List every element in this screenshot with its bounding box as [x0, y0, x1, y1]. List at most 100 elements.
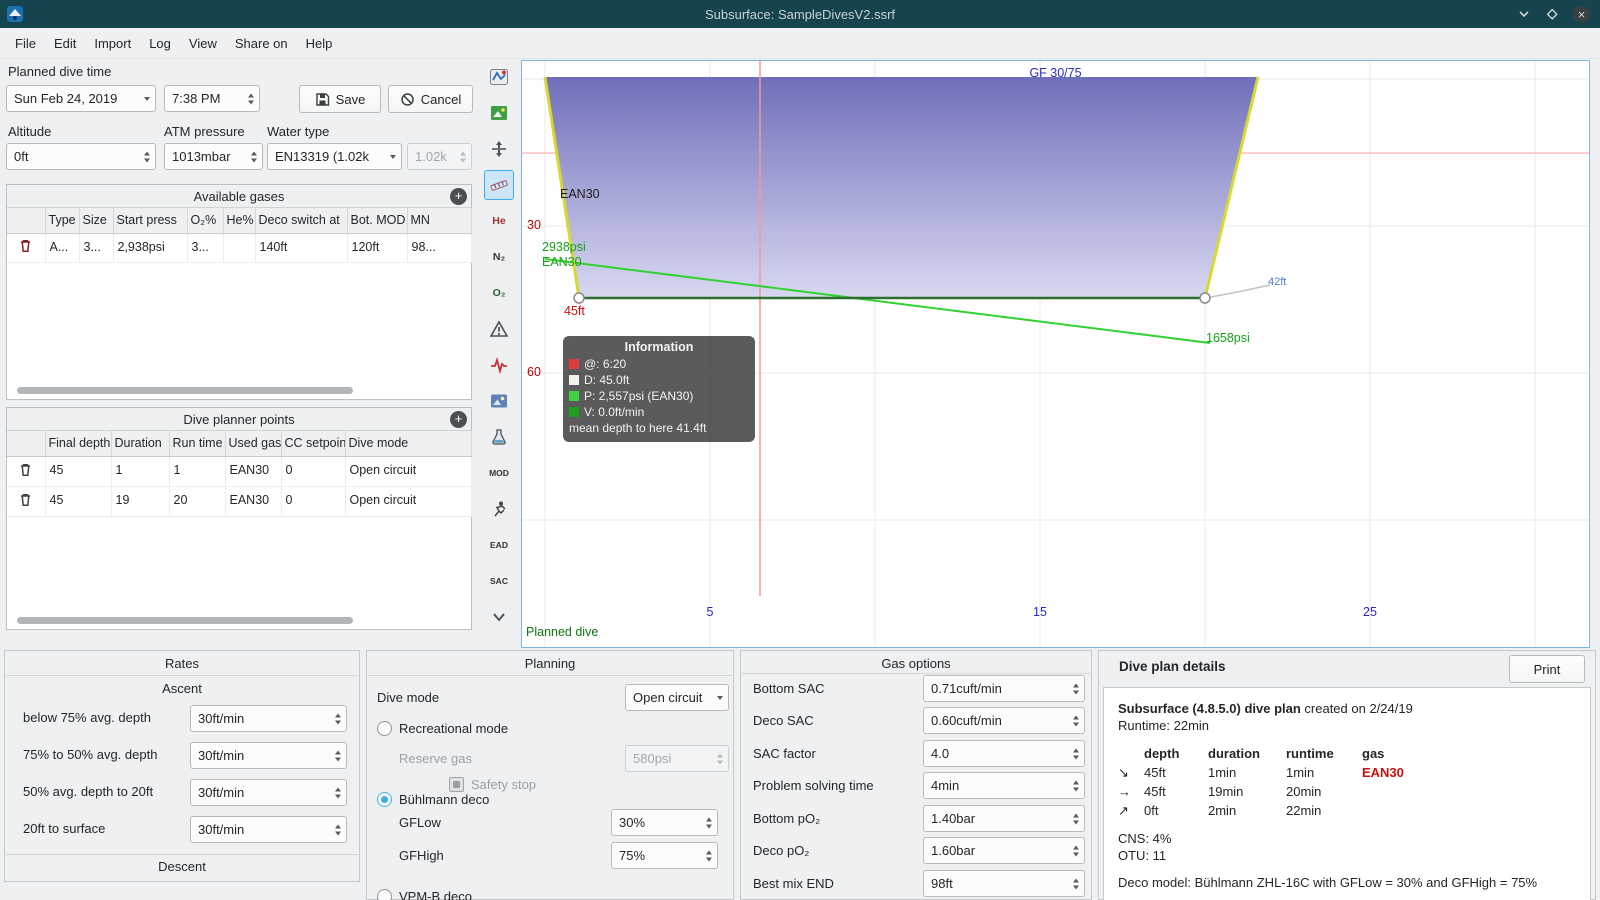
menu-view[interactable]: View: [180, 31, 226, 56]
dive-mode-combobox[interactable]: Open circuit: [625, 684, 729, 711]
water-type-combobox[interactable]: EN13319 (1.02k: [267, 143, 402, 170]
atm-pressure-spinbox[interactable]: 1013mbar: [164, 143, 263, 170]
spin-arrows-icon[interactable]: [1073, 780, 1079, 791]
cell-duration[interactable]: 19: [111, 486, 170, 517]
cell-used-gas[interactable]: EAN30: [225, 456, 282, 487]
altitude-spinbox[interactable]: 0ft: [6, 143, 156, 170]
cell-dive-mode[interactable]: Open circuit: [345, 486, 472, 517]
spin-arrows-icon[interactable]: [144, 151, 150, 162]
ead-icon[interactable]: EAD: [484, 530, 514, 560]
scale-icon[interactable]: [484, 134, 514, 164]
planner-handle-left[interactable]: [573, 292, 585, 304]
collapse-icon[interactable]: [484, 602, 514, 632]
pp-nitrogen-icon[interactable]: N₂: [484, 242, 514, 272]
buhlmann-deco-radio[interactable]: [377, 792, 392, 807]
problem-solving-time-spinbox[interactable]: 4min: [923, 772, 1085, 799]
sac-rate-icon[interactable]: [484, 494, 514, 524]
dive-time-spinbox[interactable]: 7:38 PM: [164, 85, 260, 112]
planner-handle-right[interactable]: [1199, 292, 1211, 304]
menu-import[interactable]: Import: [85, 31, 140, 56]
delete-cylinder-icon[interactable]: [18, 238, 33, 253]
cylinder-row[interactable]: A... 3... 2,938psi 3... 140ft 120ft 98..…: [7, 233, 472, 263]
spin-arrows-icon[interactable]: [706, 850, 712, 861]
ascent-rate-spinbox-2[interactable]: 30ft/min: [190, 742, 347, 769]
dive-date-combobox[interactable]: Sun Feb 24, 2019: [6, 85, 156, 112]
horizontal-scrollbar[interactable]: [17, 617, 353, 624]
maximize-icon[interactable]: [1545, 7, 1559, 21]
spin-arrows-icon[interactable]: [335, 750, 341, 761]
spin-arrows-icon[interactable]: [1073, 878, 1079, 889]
bottom-sac-spinbox[interactable]: 0.71cuft/min: [923, 675, 1085, 702]
cell-final-depth[interactable]: 45: [45, 486, 112, 517]
menu-edit[interactable]: Edit: [45, 31, 85, 56]
spin-arrows-icon[interactable]: [1073, 845, 1079, 856]
menu-help[interactable]: Help: [297, 31, 342, 56]
sac-factor-spinbox[interactable]: 4.0: [923, 740, 1085, 767]
spin-arrows-icon[interactable]: [335, 713, 341, 724]
ruler-icon[interactable]: [484, 170, 514, 200]
bottom-po2-spinbox[interactable]: 1.40bar: [923, 805, 1085, 832]
delete-point-icon[interactable]: [18, 462, 33, 477]
pp-oxygen-icon[interactable]: O₂: [484, 278, 514, 308]
gflow-spinbox[interactable]: 30%: [611, 809, 718, 836]
deco-sac-spinbox[interactable]: 0.60cuft/min: [923, 707, 1085, 734]
planner-point-row[interactable]: 45 1 1 EAN30 0 Open circuit: [7, 456, 472, 487]
ascent-rate-spinbox-4[interactable]: 30ft/min: [190, 816, 347, 843]
deco-po2-spinbox[interactable]: 1.60bar: [923, 837, 1085, 864]
vpmb-deco-radio[interactable]: [377, 889, 392, 900]
recreational-mode-radio[interactable]: [377, 721, 392, 736]
dive-computer-icon[interactable]: [484, 62, 514, 92]
cell-deco-switch[interactable]: 140ft: [255, 233, 348, 263]
mod-icon[interactable]: MOD: [484, 458, 514, 488]
add-cylinder-button[interactable]: +: [450, 188, 467, 205]
cell-dive-mode[interactable]: Open circuit: [345, 456, 472, 487]
cell-run-time[interactable]: 20: [169, 486, 226, 517]
cell-used-gas[interactable]: EAN30: [225, 486, 282, 517]
spin-arrows-icon[interactable]: [1073, 748, 1079, 759]
close-icon[interactable]: ×: [1573, 5, 1590, 23]
picture-icon[interactable]: [484, 386, 514, 416]
menu-share-on[interactable]: Share on: [226, 31, 297, 56]
ascent-rate-spinbox-1[interactable]: 30ft/min: [190, 705, 347, 732]
planner-point-row[interactable]: 45 19 20 EAN30 0 Open circuit: [7, 486, 472, 517]
photos-icon[interactable]: [484, 98, 514, 128]
spin-arrows-icon[interactable]: [1073, 715, 1079, 726]
spin-arrows-icon[interactable]: [335, 787, 341, 798]
cell-size[interactable]: 3...: [79, 233, 114, 263]
add-point-button[interactable]: +: [450, 411, 467, 428]
ascent-rate-spinbox-3[interactable]: 30ft/min: [190, 779, 347, 806]
cell-start-press[interactable]: 2,938psi: [113, 233, 188, 263]
shade-icon[interactable]: [1517, 7, 1531, 21]
menu-log[interactable]: Log: [140, 31, 180, 56]
cell-cc-setpoint[interactable]: 0: [281, 486, 346, 517]
pp-helium-icon[interactable]: He: [484, 206, 514, 236]
spin-arrows-icon[interactable]: [1073, 683, 1079, 694]
cell-cc-setpoint[interactable]: 0: [281, 456, 346, 487]
cell-o2[interactable]: 3...: [187, 233, 224, 263]
cell-mnd[interactable]: 98...: [407, 233, 472, 263]
dive-profile-chart[interactable]: GF 30/75 30 60 5 15 25 EAN30 2938psi EAN…: [521, 60, 1590, 648]
print-button[interactable]: Print: [1509, 655, 1585, 683]
cell-run-time[interactable]: 1: [169, 456, 226, 487]
cell-type[interactable]: A...: [45, 233, 80, 263]
best-mix-end-spinbox[interactable]: 98ft: [923, 870, 1085, 897]
menu-file[interactable]: File: [6, 31, 45, 56]
ceiling-icon[interactable]: [484, 314, 514, 344]
cell-bot-mod[interactable]: 120ft: [347, 233, 408, 263]
cancel-button[interactable]: Cancel: [388, 85, 473, 113]
tissues-icon[interactable]: [484, 422, 514, 452]
spin-arrows-icon[interactable]: [248, 93, 254, 104]
cell-duration[interactable]: 1: [111, 456, 170, 487]
cell-he[interactable]: [223, 233, 256, 263]
save-button[interactable]: Save: [299, 85, 381, 113]
cell-final-depth[interactable]: 45: [45, 456, 112, 487]
spin-arrows-icon[interactable]: [706, 817, 712, 828]
gfhigh-spinbox[interactable]: 75%: [611, 842, 718, 869]
spin-arrows-icon[interactable]: [1073, 813, 1079, 824]
heart-rate-icon[interactable]: [484, 350, 514, 380]
spin-arrows-icon[interactable]: [335, 824, 341, 835]
planner-points-table[interactable]: Final depth Duration Run time Used gas C…: [7, 431, 472, 517]
horizontal-scrollbar[interactable]: [17, 387, 353, 394]
delete-point-icon[interactable]: [18, 492, 33, 507]
cylinders-table[interactable]: Type Size Start press O₂% He% Deco switc…: [7, 208, 472, 263]
